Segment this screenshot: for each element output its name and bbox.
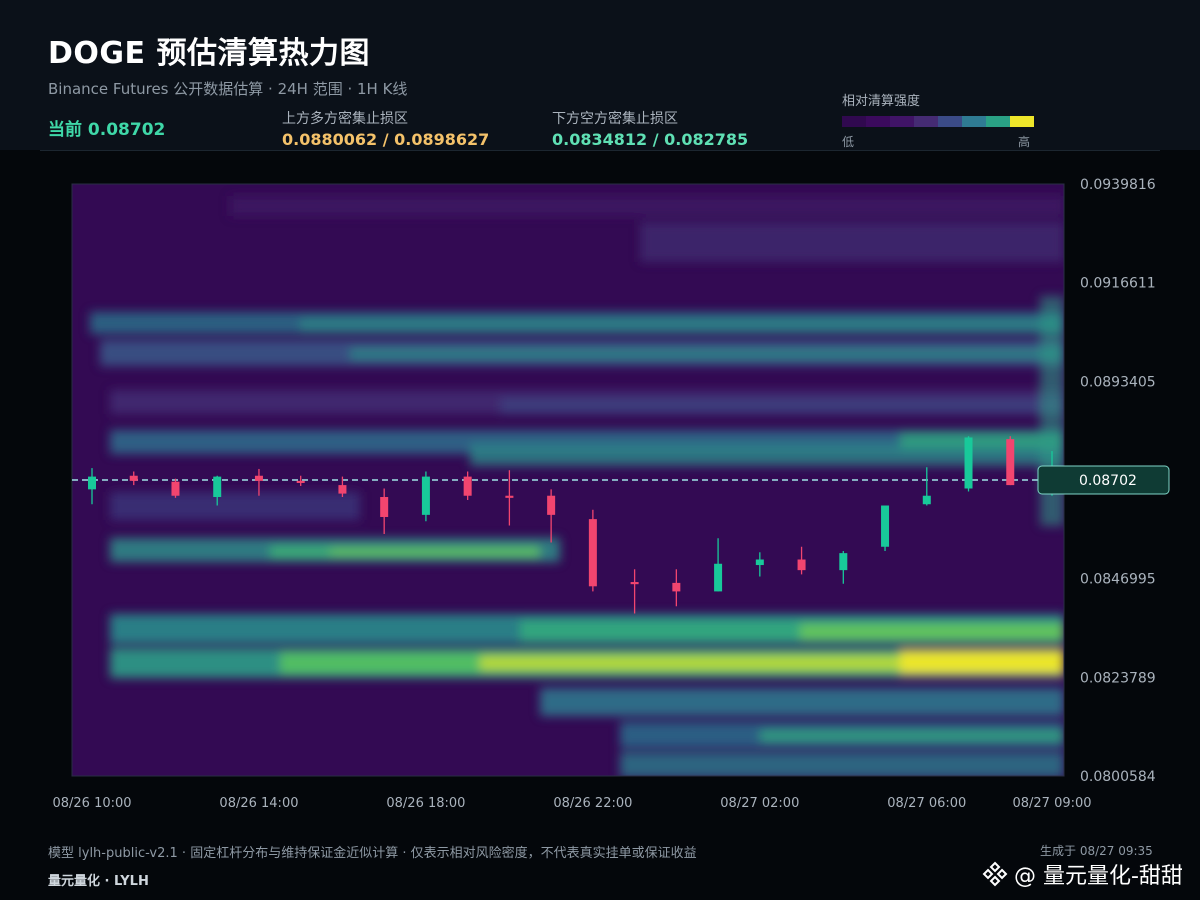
- heat-band: [540, 688, 1064, 716]
- watermark: @ 量元量化-甜甜: [982, 858, 1183, 890]
- current-price-tag: 0.08702: [1037, 465, 1170, 495]
- candle-body: [630, 582, 639, 585]
- candle-body: [380, 497, 389, 517]
- binance-logo-icon: [982, 861, 1008, 887]
- y-tick-label: 0.0823789: [1080, 670, 1156, 686]
- y-tick-label: 0.0939816: [1080, 177, 1156, 193]
- candlestick: [881, 505, 890, 552]
- candle-body: [547, 495, 556, 515]
- candlestick: [1006, 436, 1015, 486]
- heat-band: [760, 730, 1064, 742]
- candle-body: [755, 559, 764, 566]
- heat-band: [230, 196, 1064, 216]
- footer-brand: 量元量化 · LYLH: [48, 874, 149, 889]
- x-tick-label: 08/27 02:00: [720, 796, 799, 811]
- y-tick-label: 0.0800584: [1080, 769, 1156, 785]
- candle-body: [338, 485, 347, 494]
- candle-body: [839, 553, 848, 571]
- heat-band: [900, 650, 1064, 674]
- heat-band: [330, 548, 540, 556]
- generated-time: 生成于 08/27 09:35: [1040, 844, 1153, 858]
- candle-body: [171, 481, 180, 496]
- heat-band: [900, 432, 1064, 448]
- candle-body: [505, 495, 514, 498]
- candle-body: [588, 519, 597, 587]
- candlestick: [421, 471, 430, 522]
- x-tick-label: 08/26 22:00: [553, 796, 632, 811]
- candle-body: [922, 495, 931, 505]
- y-tick-label: 0.0916611: [1080, 276, 1156, 292]
- x-tick-label: 08/26 14:00: [219, 796, 298, 811]
- candle-body: [964, 437, 973, 489]
- watermark-text: @ 量元量化-甜甜: [1014, 864, 1183, 889]
- candle-body: [296, 480, 305, 483]
- candle-body: [129, 475, 138, 481]
- heat-band: [500, 398, 1064, 414]
- heat-band: [800, 624, 1064, 640]
- candle-body: [881, 505, 890, 547]
- x-tick-label: 08/26 18:00: [386, 796, 465, 811]
- current-price-tag-text: 0.08702: [1079, 473, 1137, 489]
- candle-body: [714, 563, 723, 592]
- y-tick-label: 0.0893405: [1080, 374, 1156, 390]
- heat-band: [350, 348, 1064, 360]
- candle-body: [421, 476, 430, 515]
- candle-body: [672, 582, 681, 592]
- candlestick: [964, 436, 973, 492]
- candle-body: [797, 559, 806, 571]
- y-tick-label: 0.0846995: [1080, 572, 1156, 588]
- x-tick-label: 08/26 10:00: [52, 796, 131, 811]
- x-tick-label: 08/27 09:00: [1012, 796, 1091, 811]
- x-tick-label: 08/27 06:00: [887, 796, 966, 811]
- candle-body: [463, 476, 472, 496]
- footer-model-note: 模型 lylh-public-v2.1 · 固定杠杆分布与维持保证金近似计算 ·…: [48, 846, 697, 861]
- candlestick: [588, 509, 597, 592]
- liquidation-heatmap-chart: 0.0939816 0.0916611 0.0893405 0.0846995 0.08…: [52, 177, 1170, 811]
- candle-body: [254, 475, 263, 481]
- candle-body: [1006, 439, 1015, 486]
- heat-band: [620, 752, 1064, 776]
- heat-band: [300, 318, 1064, 332]
- heat-band: [110, 492, 360, 520]
- heat-band: [640, 222, 1064, 262]
- candle-body: [213, 476, 222, 498]
- candle-body: [88, 476, 96, 490]
